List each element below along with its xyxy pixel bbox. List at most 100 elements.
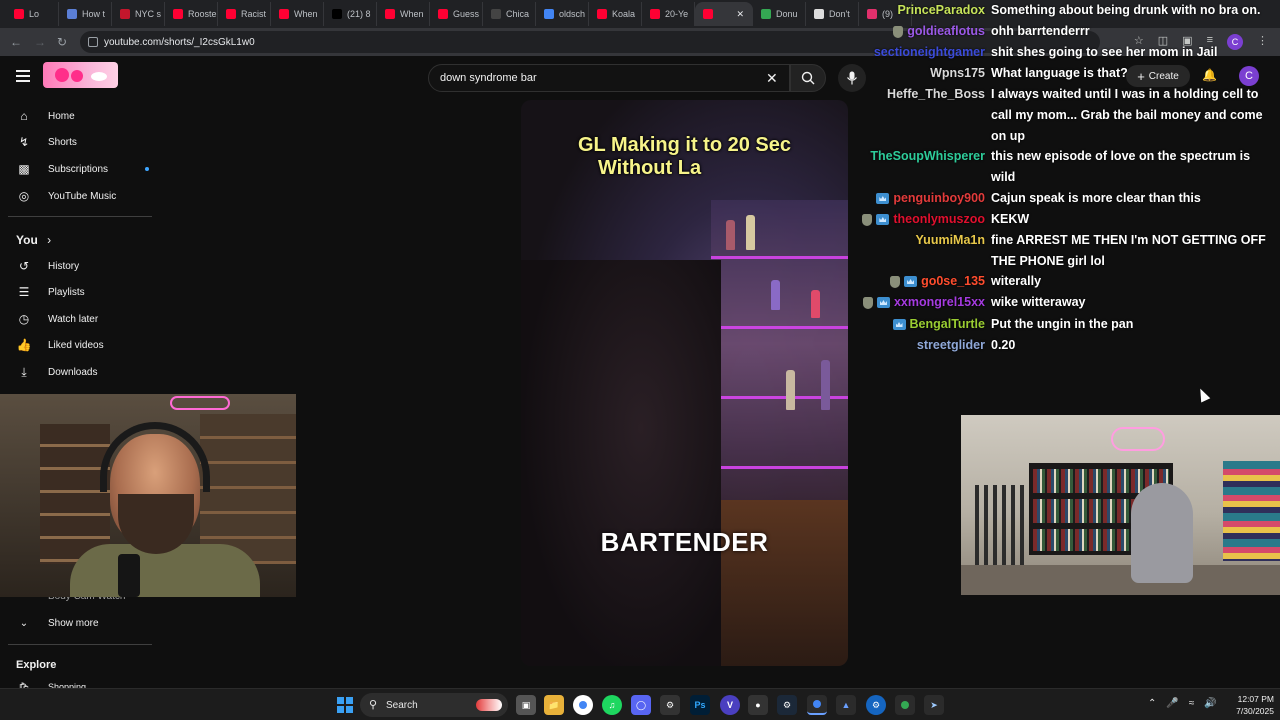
steam-icon[interactable]: ⚙ xyxy=(777,695,797,715)
browser-tab[interactable]: Chica xyxy=(483,2,536,26)
chrome-active-icon[interactable] xyxy=(807,695,827,715)
chat-author-name: YuumiMa1n xyxy=(915,233,985,247)
volume-icon[interactable]: 🔊 xyxy=(1204,698,1216,709)
steam-client-icon[interactable]: ➤ xyxy=(924,695,944,715)
search-input[interactable]: down syndrome bar xyxy=(428,64,790,92)
tab-favicon-icon xyxy=(67,9,77,19)
tab-favicon-icon xyxy=(703,9,713,19)
chat-author[interactable]: sectioneightgamer xyxy=(874,42,985,63)
close-tab-icon[interactable]: ✕ xyxy=(736,9,744,20)
browser-tab[interactable]: Koala xyxy=(589,2,642,26)
sidebar-item-downloads[interactable]: ⤓ Downloads xyxy=(16,359,97,385)
browser-tab[interactable]: Rooste xyxy=(165,2,218,26)
browser-tab[interactable]: Donu xyxy=(753,2,806,26)
sidebar-item-history[interactable]: ↺ History xyxy=(16,253,79,279)
browser-tab[interactable]: oldsch xyxy=(536,2,589,26)
taskbar-search[interactable]: ⚲ Search xyxy=(360,693,508,717)
tab-favicon-icon xyxy=(597,9,607,19)
chrome-icon[interactable] xyxy=(573,695,593,715)
chat-author[interactable]: BengalTurtle xyxy=(892,314,985,335)
chat-author-name: theonlymuszoo xyxy=(893,212,985,226)
tab-favicon-icon xyxy=(385,9,395,19)
hamburger-menu-icon[interactable] xyxy=(16,70,30,82)
browser-tab[interactable]: NYC s xyxy=(112,2,165,26)
neon-sign xyxy=(170,396,230,410)
chevron-up-icon[interactable]: ⌃ xyxy=(1148,698,1156,709)
tab-favicon-icon xyxy=(120,9,130,19)
back-icon[interactable]: ← xyxy=(4,35,28,49)
browser-tab[interactable]: (21) 8 xyxy=(324,2,377,26)
wifi-icon[interactable]: ≈ xyxy=(1189,698,1195,709)
site-info-icon[interactable] xyxy=(88,37,98,47)
microphone-icon[interactable]: 🎤 xyxy=(1166,698,1178,709)
browser-tab[interactable]: ✕ xyxy=(695,2,753,26)
settings-gear-icon[interactable]: ⚙ xyxy=(660,695,680,715)
shorts-icon: ↯ xyxy=(18,135,30,149)
sidebar-item-youtube-music[interactable]: ◎ YouTube Music xyxy=(16,183,116,209)
tab-favicon-icon xyxy=(544,9,554,19)
sidebar-item-playlists[interactable]: ☰ Playlists xyxy=(16,279,85,305)
sidebar-divider xyxy=(8,216,152,217)
browser-tab[interactable]: Racist xyxy=(218,2,271,26)
thumbs-up-icon: 👍 xyxy=(16,338,32,352)
app-icon[interactable]: ▲ xyxy=(836,695,856,715)
bottle-shape xyxy=(726,220,735,250)
task-view-icon[interactable]: ▣ xyxy=(516,695,536,715)
chat-author[interactable]: xxmongrel15xx xyxy=(862,292,985,313)
browser-tab[interactable]: Lo xyxy=(6,2,59,26)
chrome-profile-icon[interactable] xyxy=(895,695,915,715)
chat-author[interactable]: Wpns175 xyxy=(930,63,985,84)
chat-author-name: streetglider xyxy=(916,338,985,352)
youtube-logo[interactable] xyxy=(43,62,118,88)
photoshop-icon[interactable]: Ps xyxy=(690,695,710,715)
tab-title: Chica xyxy=(506,9,530,19)
discord-icon[interactable]: ◯ xyxy=(631,695,651,715)
floor xyxy=(961,565,1280,595)
chat-author[interactable]: go0se_135 xyxy=(890,271,985,292)
chat-author[interactable]: penguinboy900 xyxy=(876,188,985,209)
chat-author[interactable]: goldieaflotus xyxy=(893,21,985,42)
chat-author-name: Wpns175 xyxy=(930,66,985,80)
sidebar-item-label: Watch later xyxy=(48,313,99,325)
reload-icon[interactable]: ↻ xyxy=(50,35,74,49)
browser-tab[interactable]: When xyxy=(271,2,324,26)
chat-message-text: Put the ungin in the pan xyxy=(991,317,1134,331)
shorts-video-player[interactable]: GL Making it to 20 Sec Without La BARTEN… xyxy=(521,100,848,666)
tab-title: Koala xyxy=(612,9,636,19)
search-button[interactable] xyxy=(790,64,826,92)
chat-author[interactable]: YuumiMa1n xyxy=(916,230,985,251)
windows-start-icon[interactable] xyxy=(337,697,353,713)
spotify-icon[interactable]: ♫ xyxy=(602,695,622,715)
chat-message-text: Cajun speak is more clear than this xyxy=(991,191,1201,205)
chat-author[interactable]: PrinceParadox xyxy=(897,0,985,21)
taskbar-clock[interactable]: 12:07 PM 7/30/2025 xyxy=(1222,693,1274,717)
sidebar-item-liked-videos[interactable]: 👍 Liked videos xyxy=(16,332,104,358)
sidebar-item-shorts[interactable]: ↯ Shorts xyxy=(16,129,77,155)
sidebar-section-you[interactable]: You › xyxy=(16,233,51,247)
chat-author-name: goldieaflotus xyxy=(907,24,985,38)
obs-icon[interactable]: ● xyxy=(748,695,768,715)
stream-chat-overlay: PrinceParadox Something about being drunk… xyxy=(850,0,1280,360)
vpn-icon[interactable]: V xyxy=(720,695,740,715)
tab-title: How t xyxy=(82,9,106,19)
tab-title: When xyxy=(400,9,424,19)
sidebar-item-watch-later[interactable]: ◷ Watch later xyxy=(16,306,98,332)
clear-search-icon[interactable]: ✕ xyxy=(766,70,778,87)
show-more-button[interactable]: ⌄ Show more xyxy=(16,618,99,629)
file-explorer-icon[interactable]: 📁 xyxy=(544,695,564,715)
browser-tab[interactable]: Guess xyxy=(430,2,483,26)
browser-tab[interactable]: How t xyxy=(59,2,112,26)
bookshelf xyxy=(200,414,296,564)
browser-tab[interactable]: When xyxy=(377,2,430,26)
chat-author[interactable]: TheSoupWhisperer xyxy=(870,146,985,167)
forward-icon[interactable]: → xyxy=(28,35,52,49)
sidebar-item-subscriptions[interactable]: ▩ Subscriptions xyxy=(16,156,152,182)
chat-author[interactable]: Heffe_The_Boss xyxy=(887,84,985,105)
browser-tab[interactable]: 20-Ye xyxy=(642,2,695,26)
chat-author[interactable]: theonlymuszoo xyxy=(862,209,985,230)
sidebar-item-home[interactable]: ⌂ Home xyxy=(16,103,74,129)
chat-author-name: sectioneightgamer xyxy=(873,45,985,59)
chat-author[interactable]: streetglider xyxy=(917,335,985,356)
app-icon[interactable]: ⚙ xyxy=(866,695,886,715)
download-icon: ⤓ xyxy=(21,364,27,379)
